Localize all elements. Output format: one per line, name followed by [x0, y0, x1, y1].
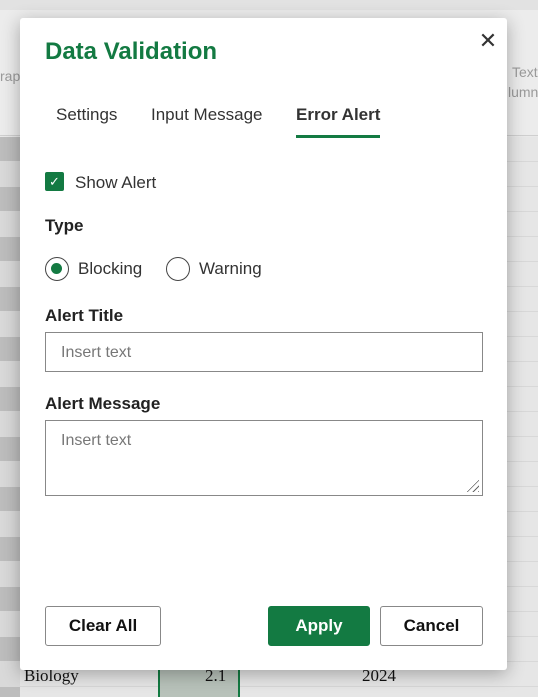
row-headers — [0, 137, 20, 697]
alert-message-textarea[interactable]: Insert text — [45, 420, 483, 496]
tab-error-alert[interactable]: Error Alert — [296, 105, 381, 138]
alert-title-input[interactable]: Insert text — [45, 332, 483, 372]
alert-message-placeholder: Insert text — [61, 432, 132, 449]
ribbon-wrap-text-label[interactable]: rap — [0, 68, 20, 84]
apply-button[interactable]: Apply — [268, 606, 370, 646]
data-validation-dialog: Data Validation ✕ Settings Input Message… — [20, 18, 507, 670]
type-heading: Type — [45, 216, 84, 235]
blocking-radio[interactable] — [45, 257, 69, 281]
alert-title-placeholder: Insert text — [61, 344, 132, 361]
ribbon-band — [0, 0, 538, 10]
tab-settings[interactable]: Settings — [56, 105, 117, 125]
alert-title-label: Alert Title — [45, 306, 124, 325]
dialog-title: Data Validation — [45, 38, 218, 65]
close-icon[interactable]: ✕ — [476, 28, 500, 54]
alert-message-label: Alert Message — [45, 394, 161, 413]
cancel-button[interactable]: Cancel — [380, 606, 483, 646]
checkmark-icon: ✓ — [49, 174, 60, 189]
resize-grip-icon[interactable] — [465, 478, 479, 492]
blocking-label[interactable]: Blocking — [78, 259, 142, 279]
show-alert-label[interactable]: Show Alert — [75, 173, 156, 193]
ribbon-text-to-columns-label-2[interactable]: lumn — [508, 84, 538, 100]
warning-radio[interactable] — [166, 257, 190, 281]
warning-label[interactable]: Warning — [199, 259, 262, 279]
ribbon-text-to-columns-label[interactable]: Text — [512, 64, 538, 80]
clear-all-button[interactable]: Clear All — [45, 606, 161, 646]
show-alert-checkbox[interactable]: ✓ — [45, 172, 64, 191]
tab-input-message[interactable]: Input Message — [151, 105, 263, 125]
